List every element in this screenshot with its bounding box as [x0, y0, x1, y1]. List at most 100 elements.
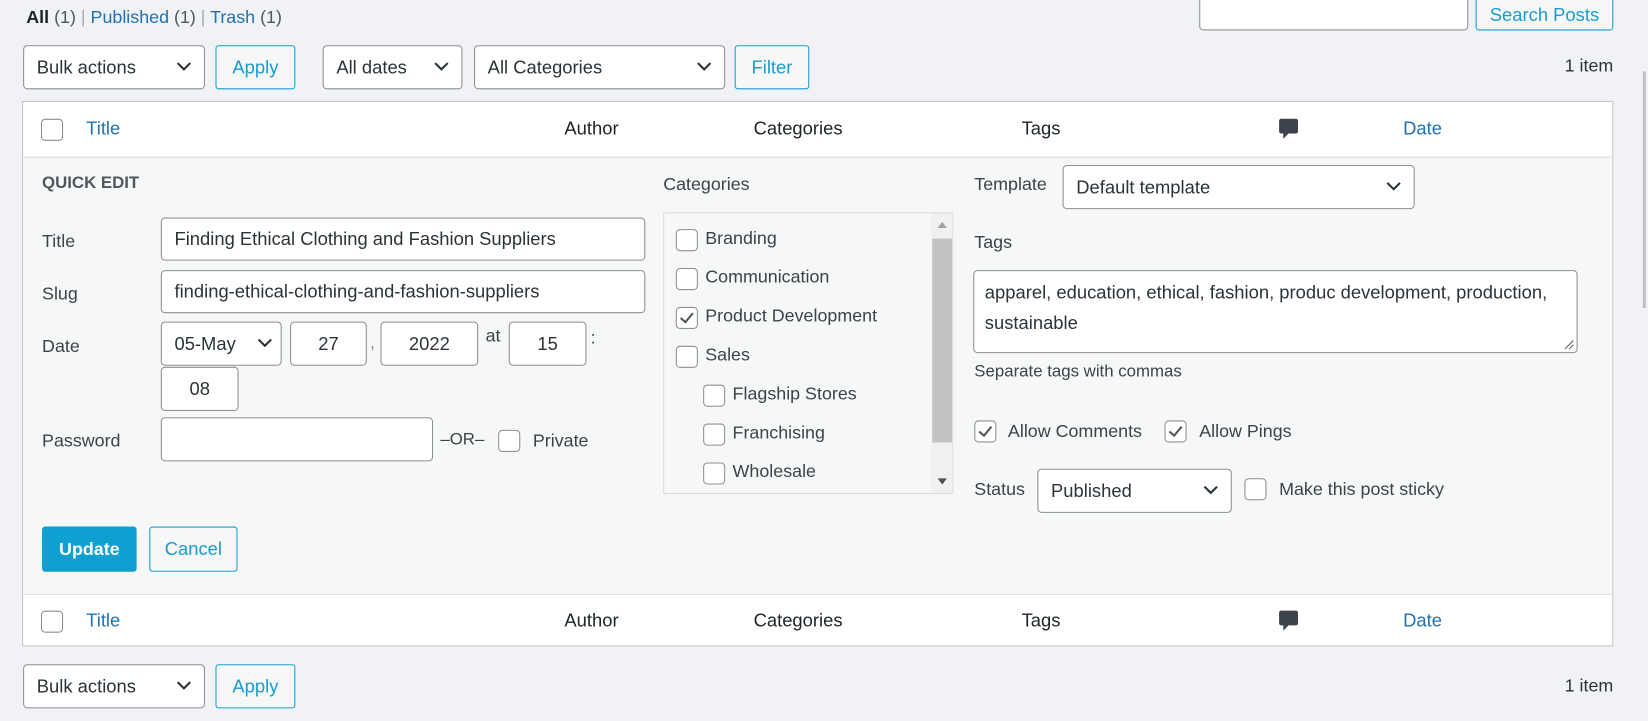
separator: |	[200, 7, 206, 28]
tags-hint: Separate tags with commas	[974, 362, 1182, 381]
categories-scrollbar[interactable]	[931, 213, 953, 493]
status-label: Status	[974, 479, 1025, 500]
bulk-actions-value: Bulk actions	[36, 675, 136, 697]
column-title-sort[interactable]: Title	[86, 118, 120, 140]
allow-pings-label: Allow Pings	[1199, 421, 1292, 442]
apply-button-bottom[interactable]: Apply	[215, 664, 296, 709]
status-filter-links: All (1) | Published (1) | Trash (1)	[26, 7, 282, 28]
allow-pings-checkbox[interactable]	[1164, 420, 1187, 443]
page-scrollbar-thumb[interactable]	[1642, 71, 1646, 308]
category-label: Product Development	[705, 305, 878, 326]
time-colon: :	[590, 327, 596, 348]
select-all-checkbox-footer[interactable]	[40, 610, 64, 633]
month-select[interactable]: 05-May	[160, 321, 282, 366]
category-label: Franchising	[732, 422, 825, 443]
separator: |	[80, 7, 86, 28]
chevron-down-icon	[1386, 182, 1401, 191]
status-select[interactable]: Published	[1037, 468, 1232, 513]
sticky-checkbox[interactable]	[1244, 478, 1267, 501]
resize-handle-icon[interactable]	[1564, 339, 1575, 350]
category-checkbox[interactable]	[675, 345, 698, 368]
categories-checklist[interactable]: Branding Communication Product Developme…	[663, 212, 954, 494]
slug-input[interactable]: finding-ethical-clothing-and-fashion-sup…	[160, 270, 646, 314]
date-filter-select[interactable]: All dates	[322, 45, 463, 90]
column-categories: Categories	[753, 117, 843, 139]
column-title-sort[interactable]: Title	[86, 610, 120, 632]
status-all-link[interactable]: All	[26, 7, 49, 27]
slug-label: Slug	[42, 283, 78, 304]
status-trash-link[interactable]: Trash	[210, 7, 255, 27]
cancel-button[interactable]: Cancel	[149, 526, 238, 572]
chevron-down-icon	[176, 681, 191, 690]
allow-comments-label: Allow Comments	[1007, 421, 1142, 442]
scroll-up-icon[interactable]	[937, 221, 947, 229]
status-value: Published	[1051, 479, 1132, 501]
category-label: Communication	[705, 266, 830, 287]
search-posts-input[interactable]	[1199, 0, 1469, 31]
search-posts-label: Search Posts	[1489, 4, 1600, 26]
page-scrollbar[interactable]	[1639, 0, 1648, 721]
date-comma: ,	[369, 332, 375, 353]
column-categories: Categories	[753, 609, 843, 631]
chevron-down-icon	[1203, 485, 1218, 495]
scrollbar-thumb[interactable]	[932, 238, 953, 443]
comment-bubble-icon[interactable]	[1278, 118, 1299, 141]
month-value: 05-May	[174, 332, 236, 354]
category-filter-value: All Categories	[487, 56, 603, 78]
title-input[interactable]: Finding Ethical Clothing and Fashion Sup…	[160, 217, 646, 261]
allow-comments-checkbox[interactable]	[974, 420, 997, 443]
sticky-label: Make this post sticky	[1279, 479, 1444, 500]
scroll-down-icon[interactable]	[937, 478, 947, 485]
template-value: Default template	[1076, 176, 1211, 198]
category-checkbox[interactable]	[675, 229, 698, 252]
item-count-bottom: 1 item	[1564, 675, 1614, 696]
column-date-sort[interactable]: Date	[1403, 610, 1442, 632]
date-label: Date	[42, 336, 80, 357]
chevron-down-icon	[434, 62, 449, 71]
tags-label: Tags	[974, 232, 1013, 253]
status-all-count: (1)	[54, 7, 76, 28]
filter-button[interactable]: Filter	[734, 45, 810, 90]
category-checkbox[interactable]	[675, 268, 698, 291]
quick-edit-heading: QUICK EDIT	[42, 174, 140, 193]
or-separator: –OR–	[440, 430, 485, 449]
password-input[interactable]	[160, 417, 434, 462]
apply-button[interactable]: Apply	[215, 45, 296, 90]
category-label: Flagship Stores	[732, 383, 857, 404]
minute-input[interactable]: 08	[160, 366, 239, 411]
column-tags: Tags	[1021, 117, 1061, 139]
day-input[interactable]: 27	[290, 321, 367, 366]
tags-textarea[interactable]: apparel, education, ethical, fashion, pr…	[973, 270, 1578, 354]
comment-bubble-icon[interactable]	[1278, 610, 1299, 633]
category-filter-select[interactable]: All Categories	[474, 45, 726, 90]
at-label: at	[485, 325, 501, 346]
posts-list-page: All (1) | Published (1) | Trash (1) Sear…	[0, 0, 1648, 721]
item-count: 1 item	[1564, 55, 1614, 76]
year-input[interactable]: 2022	[380, 321, 479, 366]
status-published-count: (1)	[173, 7, 196, 28]
template-select[interactable]: Default template	[1062, 165, 1415, 210]
update-button[interactable]: Update	[42, 526, 137, 572]
title-label: Title	[42, 231, 76, 252]
chevron-down-icon	[697, 62, 712, 71]
category-checkbox[interactable]	[703, 384, 726, 407]
category-checkbox[interactable]	[675, 306, 698, 329]
category-checkbox[interactable]	[703, 423, 726, 446]
select-all-checkbox[interactable]	[40, 118, 64, 141]
category-label: Branding	[705, 228, 777, 249]
status-trash-count: (1)	[260, 7, 282, 28]
hour-input[interactable]: 15	[508, 321, 587, 366]
category-label: Wholesale	[732, 461, 816, 482]
category-label: Sales	[705, 344, 750, 365]
column-date-sort[interactable]: Date	[1403, 118, 1442, 140]
search-posts-button[interactable]: Search Posts	[1475, 0, 1614, 31]
column-author: Author	[564, 609, 619, 631]
bulk-actions-select[interactable]: Bulk actions	[23, 45, 205, 90]
bulk-actions-select-bottom[interactable]: Bulk actions	[23, 664, 205, 709]
categories-label: Categories	[663, 174, 750, 195]
category-checkbox[interactable]	[703, 462, 726, 485]
bulk-actions-value: Bulk actions	[36, 56, 136, 78]
private-label: Private	[532, 430, 589, 451]
private-checkbox[interactable]	[498, 429, 521, 452]
status-published-link[interactable]: Published	[91, 7, 169, 27]
